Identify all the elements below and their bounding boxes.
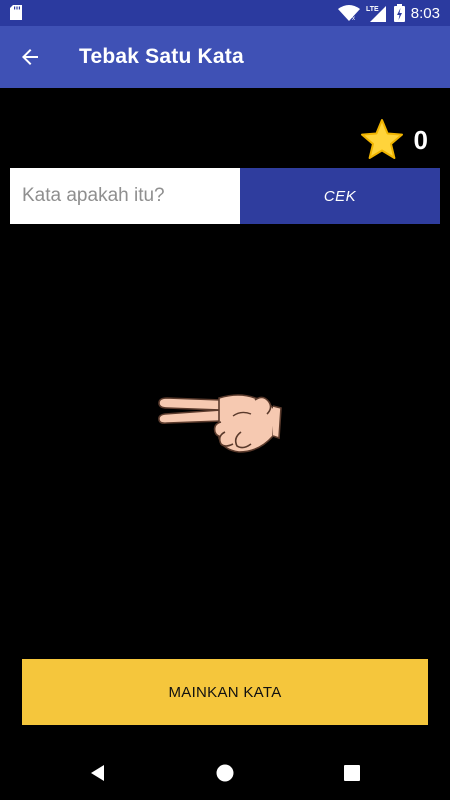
status-time: 8:03 — [410, 4, 440, 22]
recents-square-icon[interactable] — [342, 763, 362, 783]
home-circle-icon[interactable] — [215, 763, 235, 783]
status-bar: x LTE 8:03 — [0, 0, 450, 26]
hand-sign-icon — [158, 394, 282, 453]
play-word-button[interactable]: MAINKAN KATA — [22, 659, 428, 725]
cek-button[interactable]: CEK — [240, 168, 440, 224]
app-bar: Tebak Satu Kata — [0, 26, 450, 88]
back-triangle-icon[interactable] — [88, 763, 108, 783]
sd-card-icon — [10, 5, 22, 20]
battery-charging-icon — [393, 4, 405, 22]
arrow-back-icon[interactable] — [18, 45, 42, 69]
star-icon — [360, 119, 403, 159]
answer-row: CEK — [10, 168, 440, 224]
svg-text:LTE: LTE — [366, 6, 379, 13]
wifi-icon: x — [337, 5, 360, 21]
svg-text:x: x — [352, 16, 355, 21]
signal-icon: LTE — [366, 6, 386, 22]
score-value: 0 — [413, 124, 428, 155]
system-nav-bar — [0, 746, 450, 800]
page-title: Tebak Satu Kata — [79, 45, 244, 68]
answer-input[interactable] — [10, 168, 240, 224]
score-display: 0 — [360, 118, 428, 162]
